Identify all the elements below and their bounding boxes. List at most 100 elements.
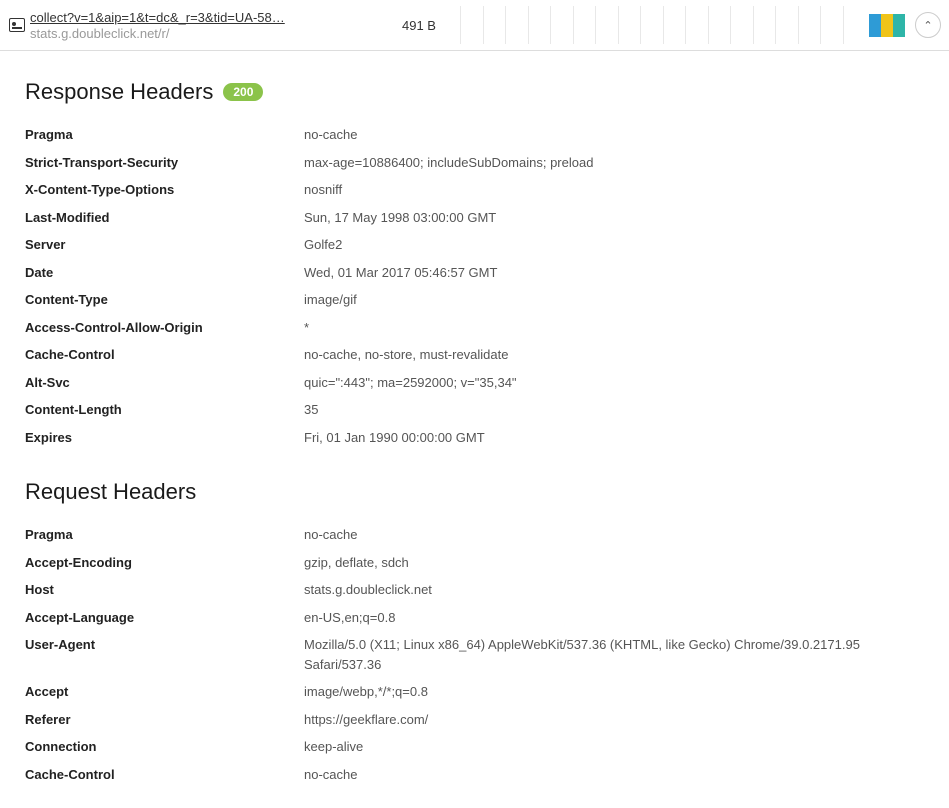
header-row: Acceptimage/webp,*/*;q=0.8: [25, 678, 924, 706]
header-value: image/gif: [304, 290, 357, 310]
collapse-button[interactable]: ⌃: [915, 12, 941, 38]
timeline-cell: [775, 6, 798, 44]
header-value: image/webp,*/*;q=0.8: [304, 682, 428, 702]
header-name: Access-Control-Allow-Origin: [25, 318, 304, 338]
request-size: 491 B: [378, 18, 460, 33]
timing-bar-yellow: [881, 14, 893, 37]
header-value: max-age=10886400; includeSubDomains; pre…: [304, 153, 593, 173]
timeline-cell: [798, 6, 821, 44]
header-value: Wed, 01 Mar 2017 05:46:57 GMT: [304, 263, 497, 283]
header-name: Connection: [25, 737, 304, 757]
timeline-cell: [708, 6, 731, 44]
header-value: https://geekflare.com/: [304, 710, 428, 730]
header-name: X-Content-Type-Options: [25, 180, 304, 200]
header-value: no-cache, no-store, must-revalidate: [304, 345, 508, 365]
request-headers-label: Request Headers: [25, 479, 196, 505]
timeline-cell: [460, 6, 483, 44]
header-name: Expires: [25, 428, 304, 448]
image-type-icon: [0, 18, 28, 32]
header-value: Fri, 01 Jan 1990 00:00:00 GMT: [304, 428, 485, 448]
header-value: stats.g.doubleclick.net: [304, 580, 432, 600]
details-panel: Response Headers 200 Pragmano-cacheStric…: [0, 51, 949, 808]
header-row: DateWed, 01 Mar 2017 05:46:57 GMT: [25, 259, 924, 287]
timing-bar-teal: [893, 14, 905, 37]
header-name: Alt-Svc: [25, 373, 304, 393]
header-value: Golfe2: [304, 235, 342, 255]
header-row: X-Content-Type-Optionsnosniff: [25, 176, 924, 204]
header-row: Cache-Controlno-cache: [25, 761, 924, 789]
timeline-cell: [663, 6, 686, 44]
timeline-cell: [505, 6, 528, 44]
header-name: User-Agent: [25, 635, 304, 674]
header-name: Strict-Transport-Security: [25, 153, 304, 173]
header-name: Pragma: [25, 525, 304, 545]
request-host: stats.g.doubleclick.net/r/: [30, 26, 378, 41]
timing-bar-blue: [869, 14, 881, 37]
header-row: Pragmano-cache: [25, 121, 924, 149]
request-info: collect?v=1&aip=1&t=dc&_r=3&tid=UA-58… s…: [28, 10, 378, 41]
header-row: Refererhttps://geekflare.com/: [25, 706, 924, 734]
header-row: ServerGolfe2: [25, 231, 924, 259]
header-row: Pragmano-cache: [25, 521, 924, 549]
timeline-cell: [528, 6, 551, 44]
header-value: 35: [304, 400, 318, 420]
header-name: Server: [25, 235, 304, 255]
header-name: Host: [25, 580, 304, 600]
timeline-cell: [550, 6, 573, 44]
request-headers-list: Pragmano-cacheAccept-Encodinggzip, defla…: [25, 521, 924, 788]
header-row: Connectionkeep-alive: [25, 733, 924, 761]
timeline-cell: [640, 6, 663, 44]
header-value: Sun, 17 May 1998 03:00:00 GMT: [304, 208, 496, 228]
header-row: ExpiresFri, 01 Jan 1990 00:00:00 GMT: [25, 424, 924, 452]
timeline-cell: [753, 6, 776, 44]
timeline-cell: [483, 6, 506, 44]
request-url-link[interactable]: collect?v=1&aip=1&t=dc&_r=3&tid=UA-58…: [30, 10, 378, 25]
timeline-cell: [820, 6, 843, 44]
header-row: User-AgentMozilla/5.0 (X11; Linux x86_64…: [25, 631, 924, 678]
header-value: no-cache: [304, 525, 357, 545]
header-row: Cache-Controlno-cache, no-store, must-re…: [25, 341, 924, 369]
timeline-cell: [573, 6, 596, 44]
timeline-cell: [730, 6, 753, 44]
response-headers-label: Response Headers: [25, 79, 213, 105]
header-value: no-cache: [304, 765, 357, 785]
header-value: nosniff: [304, 180, 342, 200]
header-value: Mozilla/5.0 (X11; Linux x86_64) AppleWeb…: [304, 635, 924, 674]
request-headers-title: Request Headers: [25, 479, 924, 505]
header-row: Content-Length35: [25, 396, 924, 424]
header-name: Content-Length: [25, 400, 304, 420]
header-value: en-US,en;q=0.8: [304, 608, 395, 628]
header-name: Accept-Encoding: [25, 553, 304, 573]
status-badge: 200: [223, 83, 263, 101]
header-row: Access-Control-Allow-Origin*: [25, 314, 924, 342]
header-name: Cache-Control: [25, 345, 304, 365]
timeline-cell: [843, 6, 866, 44]
header-value: gzip, deflate, sdch: [304, 553, 409, 573]
chevron-up-icon: ⌃: [923, 19, 932, 32]
response-headers-title: Response Headers 200: [25, 79, 924, 105]
header-value: *: [304, 318, 309, 338]
timeline-cell: [685, 6, 708, 44]
header-value: no-cache: [304, 125, 357, 145]
header-name: Content-Type: [25, 290, 304, 310]
header-row: Hoststats.g.doubleclick.net: [25, 576, 924, 604]
timing-bars: [865, 14, 909, 37]
header-name: Pragma: [25, 125, 304, 145]
header-value: quic=":443"; ma=2592000; v="35,34": [304, 373, 517, 393]
header-row: Accept-Encodinggzip, deflate, sdch: [25, 549, 924, 577]
timeline-cell: [595, 6, 618, 44]
header-name: Accept: [25, 682, 304, 702]
header-row: Last-ModifiedSun, 17 May 1998 03:00:00 G…: [25, 204, 924, 232]
request-row: collect?v=1&aip=1&t=dc&_r=3&tid=UA-58… s…: [0, 0, 949, 51]
header-name: Accept-Language: [25, 608, 304, 628]
header-row: Alt-Svcquic=":443"; ma=2592000; v="35,34…: [25, 369, 924, 397]
header-value: keep-alive: [304, 737, 363, 757]
header-row: Content-Typeimage/gif: [25, 286, 924, 314]
timeline-cell: [618, 6, 641, 44]
header-name: Referer: [25, 710, 304, 730]
response-headers-list: Pragmano-cacheStrict-Transport-Securitym…: [25, 121, 924, 451]
timeline-grid: [460, 6, 865, 44]
header-row: Strict-Transport-Securitymax-age=1088640…: [25, 149, 924, 177]
header-name: Last-Modified: [25, 208, 304, 228]
header-name: Cache-Control: [25, 765, 304, 785]
